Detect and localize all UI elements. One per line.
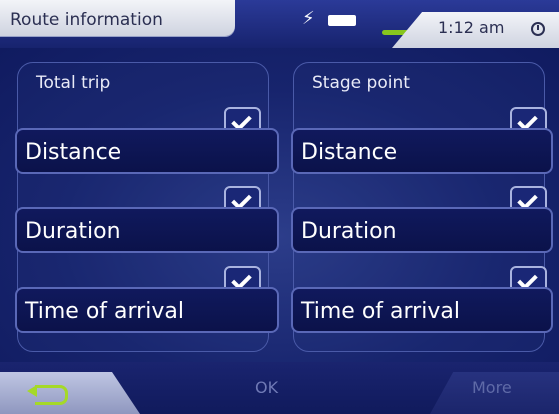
more-button[interactable]: More [472, 378, 512, 397]
ok-button[interactable]: OK [255, 378, 278, 397]
row-stage-arrival[interactable]: Time of arrival [291, 287, 553, 333]
row-label: Duration [301, 219, 397, 244]
back-button[interactable] [0, 372, 140, 414]
column-title-total-trip: Total trip [36, 73, 111, 93]
row-label: Distance [25, 140, 122, 165]
time-text: 1:12 am [438, 18, 505, 37]
row-stage-duration[interactable]: Duration [291, 207, 553, 253]
row-stage-distance[interactable]: Distance [291, 128, 553, 174]
battery-icon [328, 15, 356, 26]
row-label: Time of arrival [25, 299, 184, 324]
bottom-bar: OK More [0, 362, 559, 414]
back-arrow-icon [27, 385, 68, 405]
row-label: Time of arrival [301, 299, 460, 324]
page-title: Route information [10, 10, 163, 30]
column-title-stage-point: Stage point [312, 73, 410, 93]
top-bar: Route information ⚡ 1:12 am [0, 0, 559, 48]
clock-icon [531, 22, 545, 36]
row-total-duration[interactable]: Duration [15, 207, 279, 253]
row-total-arrival[interactable]: Time of arrival [15, 287, 279, 333]
row-label: Distance [301, 140, 398, 165]
title-tab: Route information [0, 0, 235, 36]
row-label: Duration [25, 219, 121, 244]
power-icon: ⚡ [302, 8, 315, 29]
row-total-distance[interactable]: Distance [15, 128, 279, 174]
